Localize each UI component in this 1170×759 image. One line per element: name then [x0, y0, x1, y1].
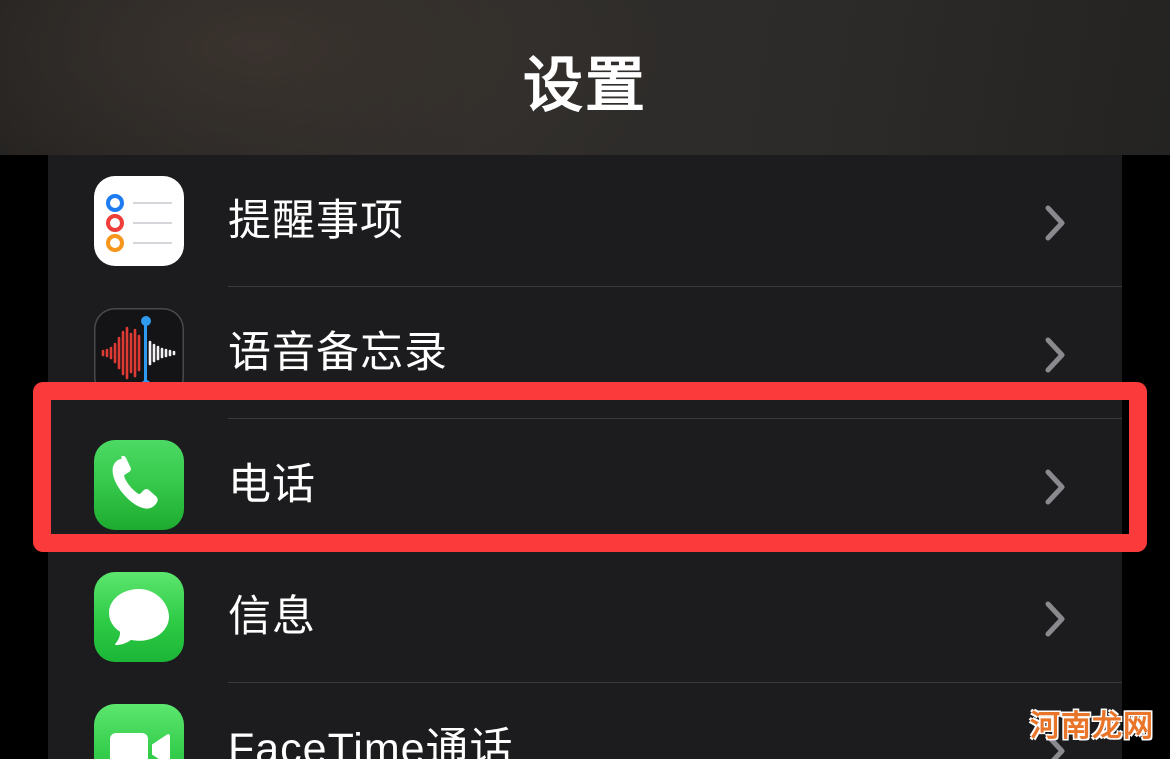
chevron-right-icon [1045, 205, 1067, 241]
settings-list: 提醒事项 语音备忘录 电话 信息 FaceTime通话 [48, 155, 1122, 759]
settings-row-label: 提醒事项 [228, 197, 404, 245]
watermark: 河南龙网 [1030, 710, 1154, 743]
settings-row-voice-memos[interactable]: 语音备忘录 [48, 287, 1122, 419]
settings-row-label: 电话 [228, 461, 316, 509]
settings-row-phone[interactable]: 电话 [48, 419, 1122, 551]
settings-row-label: FaceTime通话 [228, 725, 514, 759]
settings-row-label: 语音备忘录 [228, 329, 448, 377]
page-title: 设置 [523, 52, 647, 119]
settings-row-facetime[interactable]: FaceTime通话 [48, 683, 1122, 759]
reminders-icon [94, 176, 184, 266]
chevron-right-icon [1045, 601, 1067, 637]
phone-icon [94, 440, 184, 530]
navigation-bar: 设置 [0, 0, 1170, 155]
voice-memos-icon [94, 308, 184, 398]
settings-row-messages[interactable]: 信息 [48, 551, 1122, 683]
messages-icon [94, 572, 184, 662]
chevron-right-icon [1045, 337, 1067, 373]
settings-row-label: 信息 [228, 593, 316, 641]
chevron-right-icon [1045, 469, 1067, 505]
settings-row-reminders[interactable]: 提醒事项 [48, 155, 1122, 287]
facetime-icon [94, 704, 184, 759]
